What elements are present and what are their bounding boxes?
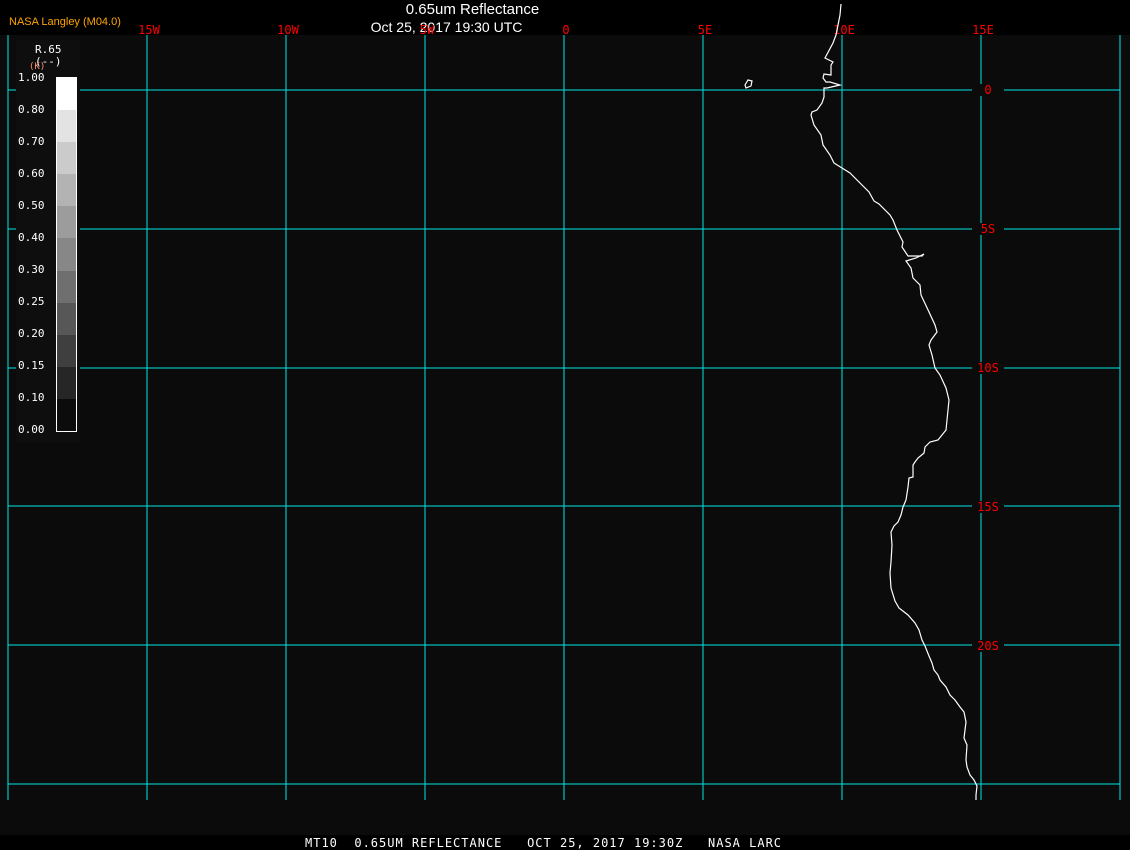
legend-band bbox=[57, 238, 76, 272]
latitude-label: 5S bbox=[981, 222, 995, 236]
legend-tick-label: 0.80 bbox=[18, 103, 45, 116]
color-legend: R.65 (--) (K) 1.00 0.80 0.70 0.60 0.50 0.40 0.… bbox=[16, 40, 80, 442]
footer-caption: MT10 0.65UM REFLECTANCE OCT 25, 2017 19:… bbox=[305, 836, 783, 850]
legend-band bbox=[57, 334, 76, 368]
legend-band bbox=[57, 174, 76, 207]
legend-tick-label: 0.15 bbox=[18, 359, 45, 372]
coastline bbox=[810, 3, 978, 800]
latitude-label: 0 bbox=[984, 83, 991, 97]
legend-band bbox=[57, 78, 76, 111]
latitude-label: 10S bbox=[977, 361, 999, 375]
legend-tick-label: 0.00 bbox=[18, 423, 45, 436]
longitude-label: 15W bbox=[138, 23, 160, 37]
legend-tick-label: 0.60 bbox=[18, 167, 45, 180]
legend-band bbox=[57, 366, 76, 400]
legend-band bbox=[57, 302, 76, 336]
legend-tick-label: 0.20 bbox=[18, 327, 45, 340]
footer-bar: MT10 0.65UM REFLECTANCE OCT 25, 2017 19:… bbox=[0, 835, 1130, 850]
island-coastline bbox=[744, 79, 753, 89]
legend-band bbox=[57, 206, 76, 239]
longitude-label: 10W bbox=[277, 23, 299, 37]
latitude-label: 20S bbox=[977, 639, 999, 653]
legend-band bbox=[57, 142, 76, 175]
legend-tick-label: 0.50 bbox=[18, 199, 45, 212]
longitude-label: 5E bbox=[698, 23, 712, 37]
legend-tick-label: 0.40 bbox=[18, 231, 45, 244]
legend-band bbox=[57, 270, 76, 304]
latitude-label: 15S bbox=[977, 500, 999, 514]
legend-tick-label: 0.10 bbox=[18, 391, 45, 404]
legend-tick-label: 1.00 bbox=[18, 71, 45, 84]
longitude-label: 5W bbox=[420, 23, 435, 37]
legend-tick-label: 0.30 bbox=[18, 263, 45, 276]
legend-tick-label: 0.70 bbox=[18, 135, 45, 148]
legend-band bbox=[57, 398, 76, 432]
map-overlay: 15W 10W 5W 0 5E 10E 15E05S10S15S20S bbox=[7, 3, 1121, 800]
legend-band bbox=[57, 110, 76, 143]
longitude-label: 0 bbox=[562, 23, 569, 37]
longitude-label: 15E bbox=[972, 23, 994, 37]
legend-colorbar bbox=[56, 77, 77, 432]
legend-tick-label: 0.25 bbox=[18, 295, 45, 308]
